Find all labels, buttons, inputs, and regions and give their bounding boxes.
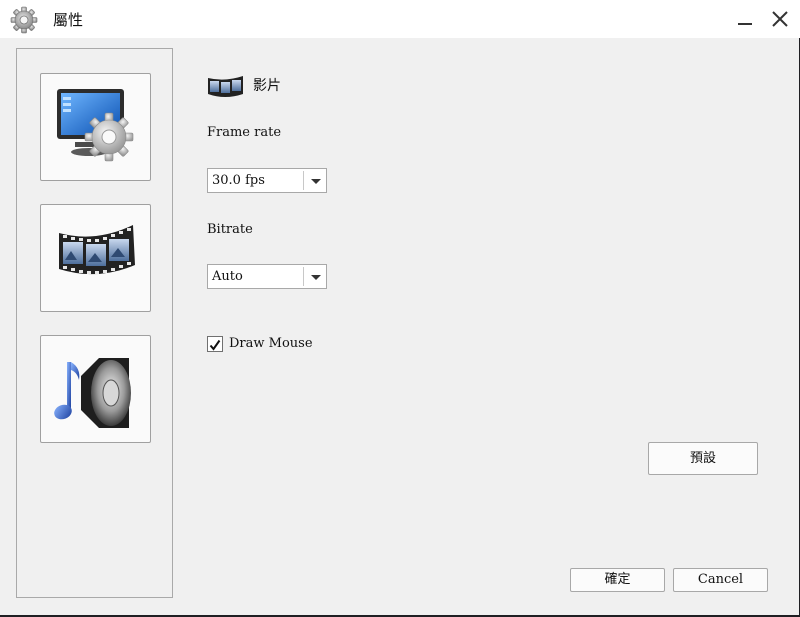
default-button[interactable]: 預設: [648, 442, 758, 475]
chevron-down-icon: [311, 275, 321, 280]
speaker-music-icon: [54, 358, 131, 428]
category-sidebar: [16, 48, 173, 598]
title-bar[interactable]: 屬性: [0, 0, 800, 38]
minimize-icon[interactable]: [734, 8, 756, 30]
dropdown-separator: [303, 171, 304, 190]
sidebar-item-audio[interactable]: [40, 335, 151, 443]
checkmark-icon: [209, 339, 221, 351]
film-strip-icon: [208, 76, 243, 97]
bitrate-label: Bitrate: [207, 222, 253, 237]
ok-button[interactable]: 確定: [570, 568, 665, 592]
frame-rate-label: Frame rate: [207, 125, 282, 140]
close-icon[interactable]: [769, 8, 791, 30]
film-strip-icon: [59, 225, 135, 275]
section-title: 影片: [253, 78, 281, 94]
bitrate-select[interactable]: Auto: [207, 264, 327, 289]
draw-mouse-label[interactable]: Draw Mouse: [229, 336, 313, 351]
bitrate-value: Auto: [212, 269, 243, 284]
sidebar-item-video[interactable]: [40, 204, 151, 312]
draw-mouse-checkbox[interactable]: [207, 336, 223, 352]
properties-dialog: 屬性 影片 Frame rate 30.0 fps Bitrate Auto D…: [0, 0, 800, 615]
frame-rate-select[interactable]: 30.0 fps: [207, 168, 327, 193]
dropdown-separator: [303, 267, 304, 286]
chevron-down-icon: [311, 179, 321, 184]
gear-icon: [10, 6, 38, 34]
window-title: 屬性: [53, 11, 84, 29]
cancel-button[interactable]: Cancel: [673, 568, 768, 592]
monitor-settings-icon: [57, 89, 134, 162]
sidebar-item-display[interactable]: [40, 73, 151, 181]
frame-rate-value: 30.0 fps: [212, 173, 265, 188]
